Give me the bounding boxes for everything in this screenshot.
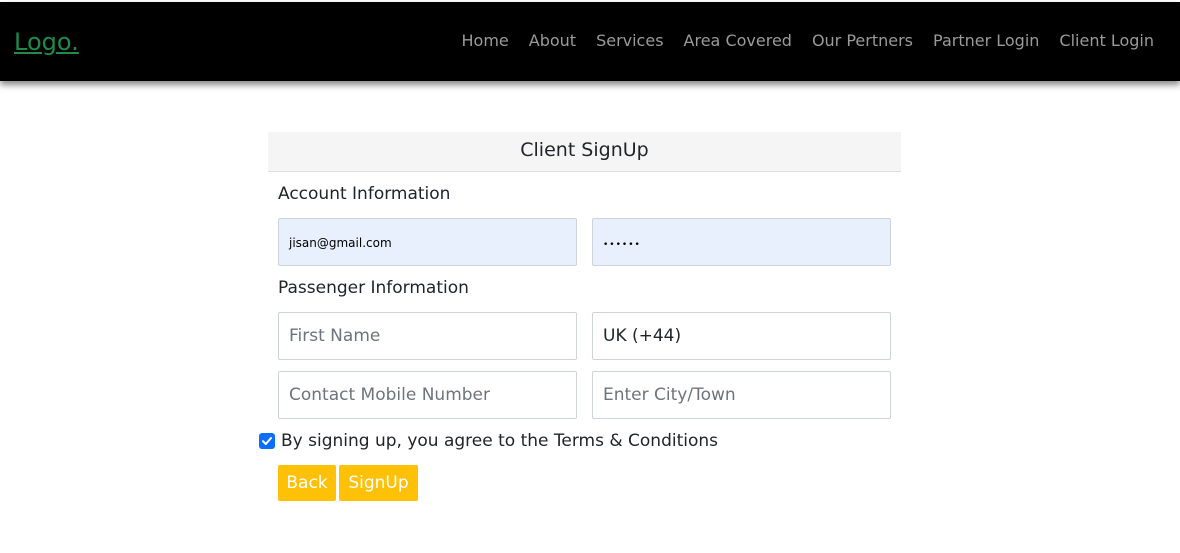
terms-row: By signing up, you agree to the Terms & … — [259, 431, 718, 451]
nav-links: Home About Services Area Covered Our Per… — [442, 31, 1155, 50]
terms-label: By signing up, you agree to the Terms & … — [281, 431, 719, 451]
email-value: jisan@gmail.com — [289, 236, 392, 250]
mobile-number-field[interactable]: Contact Mobile Number — [278, 371, 577, 419]
city-field[interactable]: Enter City/Town — [592, 371, 891, 419]
signup-card: Client SignUp — [268, 132, 901, 172]
email-field[interactable]: jisan@gmail.com — [278, 218, 577, 266]
nav-link-client-login[interactable]: Client Login — [1059, 31, 1154, 50]
country-code-value: UK (+44) — [603, 326, 682, 346]
checkmark-icon — [262, 437, 272, 445]
account-information-heading: Account Information — [278, 184, 451, 204]
city-placeholder: Enter City/Town — [603, 385, 736, 405]
navbar: Logo. Home About Services Area Covered O… — [0, 2, 1180, 81]
back-button[interactable]: Back — [278, 465, 336, 501]
first-name-field[interactable]: First Name — [278, 312, 577, 360]
nav-link-services[interactable]: Services — [596, 31, 663, 50]
password-value: •••••• — [603, 240, 641, 250]
password-field[interactable]: •••••• — [592, 218, 891, 266]
passenger-information-heading: Passenger Information — [278, 278, 469, 298]
mobile-number-placeholder: Contact Mobile Number — [289, 385, 491, 405]
nav-link-area-covered[interactable]: Area Covered — [684, 31, 792, 50]
terms-checkbox[interactable] — [259, 433, 275, 449]
nav-link-our-partners[interactable]: Our Pertners — [812, 31, 913, 50]
signup-button[interactable]: SignUp — [339, 465, 418, 501]
first-name-placeholder: First Name — [289, 326, 381, 346]
nav-link-about[interactable]: About — [529, 31, 576, 50]
nav-link-partner-login[interactable]: Partner Login — [933, 31, 1039, 50]
logo-link[interactable]: Logo. — [14, 28, 79, 56]
nav-link-home[interactable]: Home — [462, 31, 509, 50]
country-code-select[interactable]: UK (+44) — [592, 312, 891, 360]
form-title: Client SignUp — [268, 132, 901, 172]
